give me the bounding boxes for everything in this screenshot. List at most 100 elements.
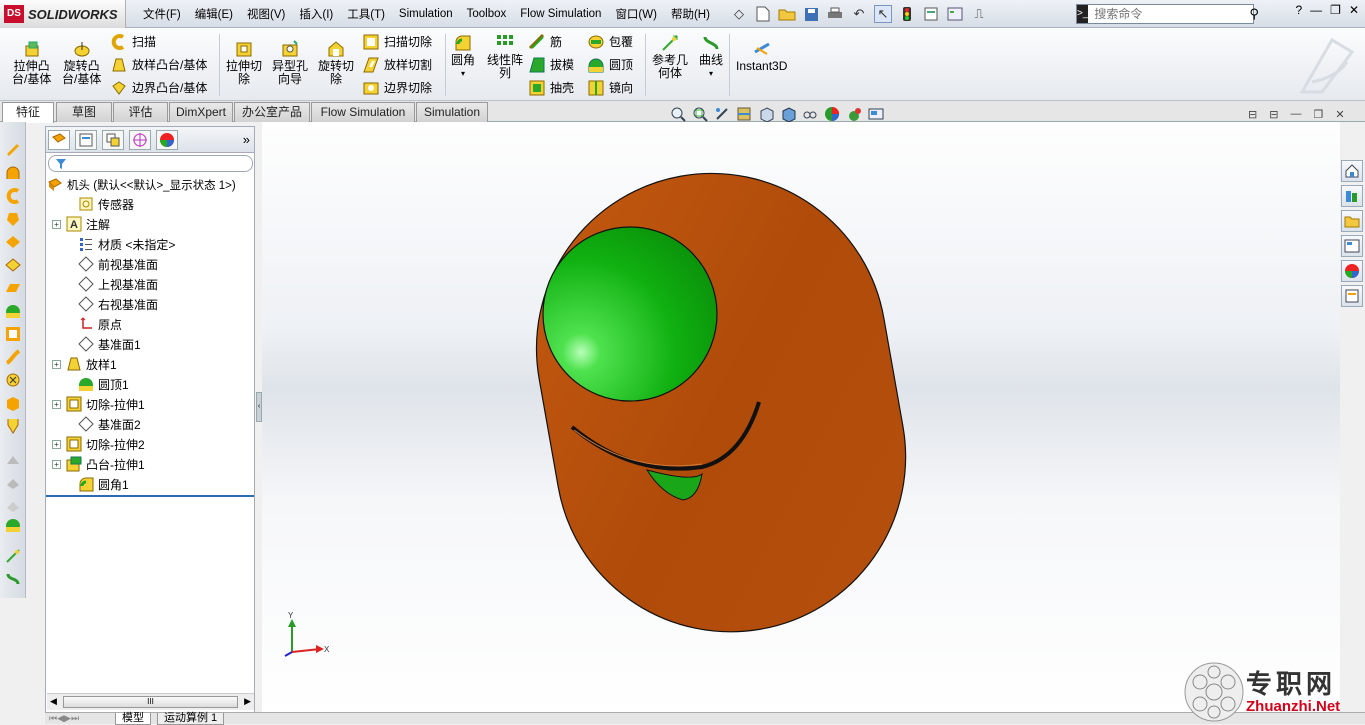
menu-view[interactable]: 视图(V)	[240, 6, 292, 22]
custom-properties-tab[interactable]	[1341, 285, 1363, 307]
move-face-icon[interactable]	[5, 395, 21, 411]
extrude-cut-button[interactable]: 拉伸切除	[226, 40, 262, 86]
extrude-boss-button[interactable]: 拉伸凸 台/基体	[12, 40, 51, 86]
flex-icon[interactable]	[5, 498, 21, 514]
save-icon[interactable]	[802, 5, 820, 23]
close-icon[interactable]: ✕	[1349, 3, 1359, 17]
display-style-icon[interactable]	[780, 106, 796, 122]
loft-icon[interactable]	[5, 211, 21, 227]
tab-nav-arrows[interactable]: ⏮◀▶⏭	[49, 713, 79, 724]
tree-filter[interactable]	[48, 155, 253, 172]
boundary-cut-button[interactable]: 边界切除	[363, 79, 432, 96]
configuration-manager-tab[interactable]	[102, 130, 124, 150]
dropdown-arrow[interactable]: ▾	[461, 67, 465, 80]
options-icon[interactable]	[946, 5, 964, 23]
indent-icon[interactable]	[5, 517, 21, 533]
extrude-boss-icon[interactable]	[5, 142, 21, 158]
undo-icon[interactable]: ↶	[850, 5, 868, 23]
open-file-icon[interactable]	[778, 5, 796, 23]
graphics-area[interactable]: Y X	[262, 122, 1340, 712]
rollback-bar[interactable]	[46, 495, 254, 497]
tab-flow-simulation[interactable]: Flow Simulation	[311, 102, 415, 122]
rebuild-icon[interactable]	[898, 5, 916, 23]
more-icon[interactable]: ⎍	[970, 5, 988, 23]
app-logo[interactable]: DS SOLIDWORKS	[0, 0, 126, 28]
tree-item-front-plane[interactable]: 前视基准面	[66, 254, 158, 274]
tree-item-plane1[interactable]: 基准面1	[66, 334, 141, 354]
dimxpert-manager-tab[interactable]	[129, 130, 151, 150]
split-line-icon[interactable]	[5, 418, 21, 434]
doc-close-icon[interactable]: ✕	[1335, 108, 1344, 121]
menu-toolbox[interactable]: Toolbox	[460, 8, 514, 20]
boundary-boss-button[interactable]: 边界凸台/基体	[111, 79, 207, 96]
tile-right-icon[interactable]: ⊟	[1269, 108, 1278, 121]
tab-dimxpert[interactable]: DimXpert	[169, 102, 233, 122]
display-manager-tab[interactable]	[156, 130, 178, 150]
boundary-boss-icon[interactable]	[5, 234, 21, 250]
tree-root[interactable]: 机头 (默认<<默认>_显示状态 1>)	[47, 175, 236, 195]
linear-pattern-button[interactable]: 线性阵列	[487, 34, 523, 80]
file-explorer-tab[interactable]	[1341, 210, 1363, 232]
menu-edit[interactable]: 编辑(E)	[188, 6, 240, 22]
extrude-cut-icon[interactable]	[5, 257, 21, 273]
loft-cut-button[interactable]: 放样切割	[363, 56, 432, 73]
design-library-tab[interactable]	[1341, 185, 1363, 207]
deform-icon[interactable]	[5, 475, 21, 491]
new-file-icon[interactable]	[754, 5, 772, 23]
print-icon[interactable]	[826, 5, 844, 23]
section-view-icon[interactable]	[736, 106, 752, 122]
property-manager-tab[interactable]	[75, 130, 97, 150]
view-palette-tab[interactable]	[1341, 235, 1363, 257]
eye-dome[interactable]	[542, 226, 718, 402]
doc-restore-icon[interactable]: ❐	[1313, 108, 1323, 121]
expand-icon[interactable]: +	[52, 399, 61, 409]
revolve-boss-icon[interactable]	[5, 165, 21, 181]
apply-scene-icon[interactable]	[846, 106, 862, 122]
hide-show-items-icon[interactable]	[802, 106, 818, 122]
curves-icon[interactable]	[5, 571, 21, 587]
menu-simulation[interactable]: Simulation	[392, 8, 460, 20]
feature-manager-tab[interactable]	[48, 130, 70, 150]
menu-flow-simulation[interactable]: Flow Simulation	[513, 8, 608, 20]
tab-office-products[interactable]: 办公室产品	[234, 102, 310, 122]
minimize-icon[interactable]: —	[1310, 3, 1322, 17]
expand-icon[interactable]: +	[52, 219, 61, 229]
tree-item-annotations[interactable]: + A 注解	[52, 214, 110, 234]
doc-minimize-icon[interactable]: —	[1290, 108, 1301, 121]
view-orientation-icon[interactable]	[758, 106, 774, 122]
menu-insert[interactable]: 插入(I)	[292, 6, 340, 22]
previous-view-icon[interactable]	[714, 106, 730, 122]
delete-face-icon[interactable]	[5, 372, 21, 388]
tree-item-cut-extrude1[interactable]: + 切除-拉伸1	[52, 394, 145, 414]
menu-tools[interactable]: 工具(T)	[340, 6, 392, 22]
reference-geometry-icon[interactable]	[5, 548, 21, 564]
tree-item-cut-extrude2[interactable]: + 切除-拉伸2	[52, 434, 145, 454]
tree-item-material[interactable]: 材质 <未指定>	[66, 234, 175, 254]
tree-item-boss-extrude1[interactable]: + 凸台-拉伸1	[52, 454, 145, 474]
draft-button[interactable]: 拔模	[529, 56, 574, 73]
edit-appearance-icon[interactable]	[824, 106, 840, 122]
tab-model[interactable]: 模型	[115, 713, 151, 725]
scroll-thumb[interactable]: III	[63, 696, 238, 708]
fillet-button[interactable]: 圆角 ▾	[451, 34, 475, 80]
search-icon[interactable]: ⚲	[1249, 6, 1259, 22]
dropdown-arrow[interactable]: ▾	[709, 67, 713, 80]
menu-help[interactable]: 帮助(H)	[664, 6, 717, 22]
tab-evaluate[interactable]: 评估	[113, 102, 168, 122]
tree-item-fillet1[interactable]: 圆角1	[66, 474, 129, 494]
tile-left-icon[interactable]: ⊟	[1248, 108, 1257, 121]
appearances-tab[interactable]	[1341, 260, 1363, 282]
search-input[interactable]	[1088, 7, 1250, 21]
tree-item-loft1[interactable]: + 放样1	[52, 354, 117, 374]
expand-icon[interactable]: +	[52, 459, 61, 469]
zoom-to-fit-icon[interactable]	[670, 106, 686, 122]
tree-item-sensors[interactable]: 传感器	[66, 194, 134, 214]
tab-features[interactable]: 特征	[2, 102, 54, 123]
view-settings-icon[interactable]	[868, 106, 884, 122]
tree-item-top-plane[interactable]: 上视基准面	[66, 274, 158, 294]
solidworks-resources-tab[interactable]	[1341, 160, 1363, 182]
pin-icon[interactable]: ◇	[730, 5, 748, 23]
wrap-icon[interactable]	[5, 349, 21, 365]
mirror-button[interactable]: 镜向	[588, 79, 633, 96]
shell-button[interactable]: 抽壳	[529, 79, 574, 96]
